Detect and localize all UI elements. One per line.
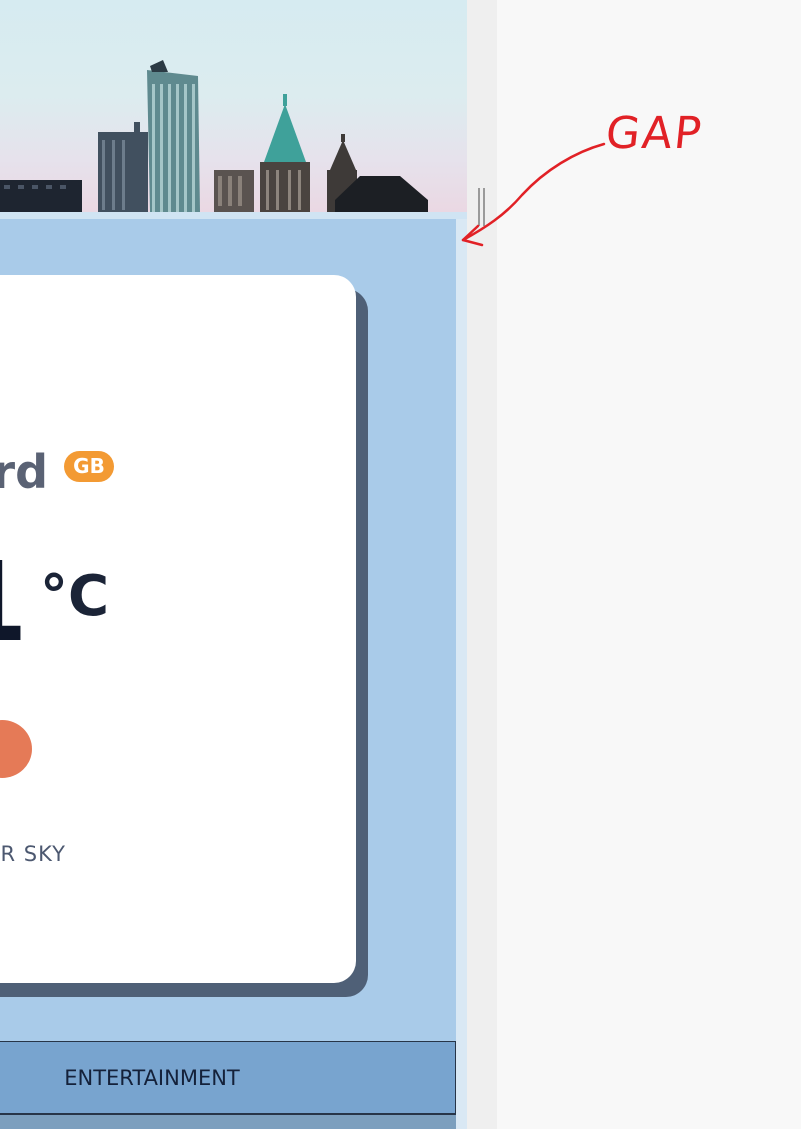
page-viewport: Hertford GB 11 °C CLEAR SKY ENTERTAINMEN… [0,0,467,1129]
temperature-value: 11 [0,548,28,656]
city-name: Hertford [0,445,48,499]
resize-handle-icon[interactable] [478,188,486,226]
panel-resizer[interactable] [467,0,497,1129]
layout-gap [456,219,467,1129]
skyline-illustration [0,60,428,212]
annotation-label: GAP [603,108,706,159]
city-skyline-image [0,0,467,212]
weather-description: CLEAR SKY [0,842,66,866]
temperature-unit: °C [40,564,110,629]
category-item-next[interactable] [0,1115,456,1129]
inspector-panel [497,0,801,1129]
weather-card [0,275,356,983]
category-label: ENTERTAINMENT [64,1066,240,1090]
category-item-entertainment[interactable]: ENTERTAINMENT [0,1041,456,1115]
country-code-badge: GB [64,451,114,482]
